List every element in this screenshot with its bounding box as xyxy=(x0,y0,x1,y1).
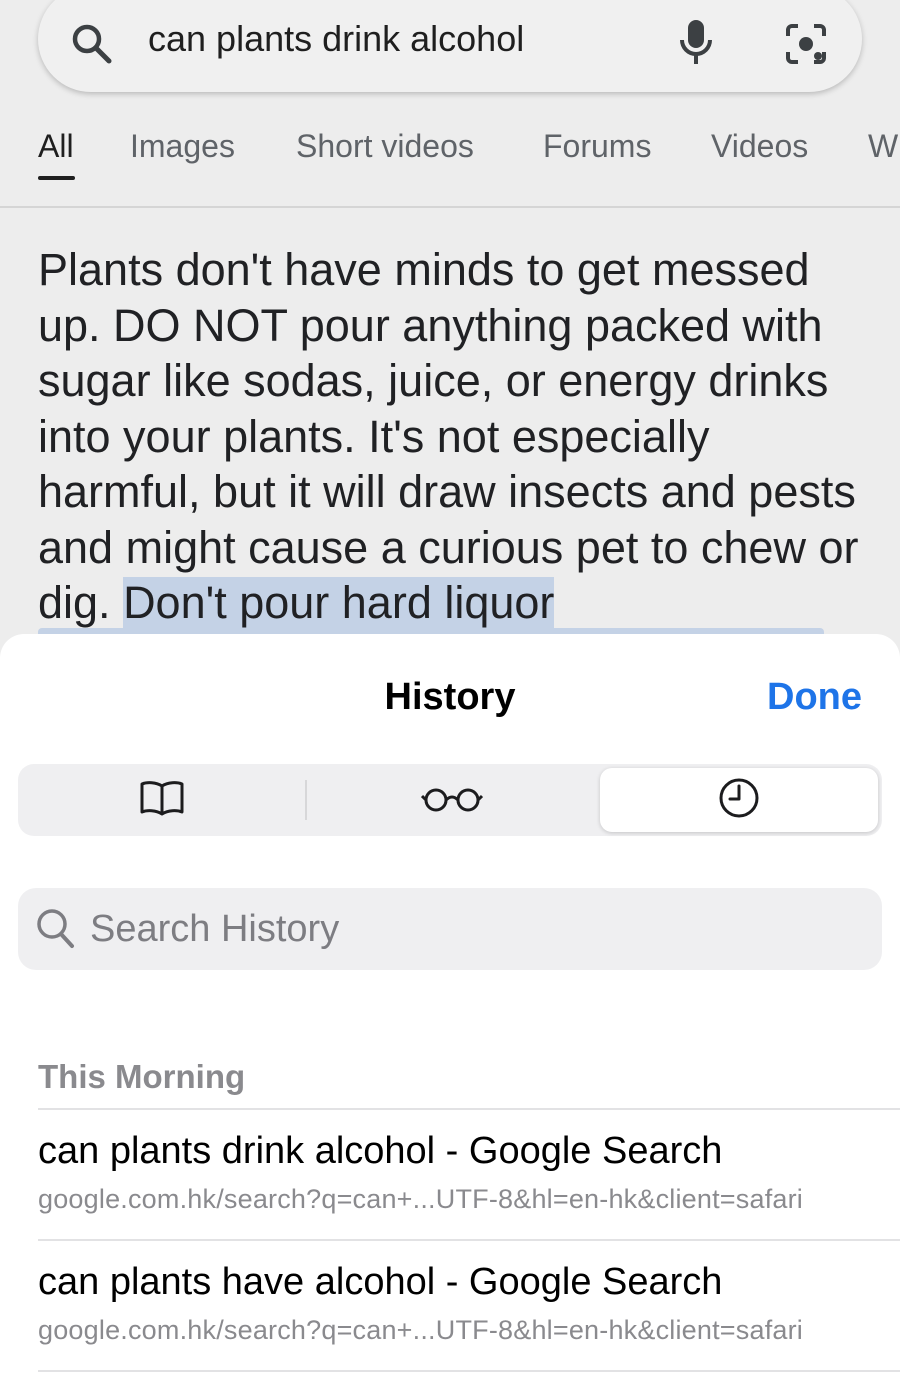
tab-short-videos[interactable]: Short videos xyxy=(296,128,474,165)
google-search-bar[interactable]: can plants drink alcohol xyxy=(38,0,862,92)
tab-forums[interactable]: Forums xyxy=(543,128,651,165)
google-results-page: can plants drink alcohol All Images Shor… xyxy=(0,0,900,700)
history-item-title: can plants have alcohol - Google Search xyxy=(38,1261,723,1303)
answer-snippet: Plants don't have minds to get messed up… xyxy=(38,242,878,631)
history-clock-icon xyxy=(718,777,760,824)
section-header-this-morning: This Morning xyxy=(38,1058,246,1095)
snippet-text: Plants don't have minds to get messed up… xyxy=(38,244,859,628)
search-tabs: All Images Short videos Forums Videos W xyxy=(0,126,900,208)
search-history-placeholder: Search History xyxy=(90,908,340,950)
done-button[interactable]: Done xyxy=(767,676,862,719)
history-sheet: History Done Search History This Morning… xyxy=(0,634,900,1380)
active-tab-indicator xyxy=(38,176,75,180)
history-item[interactable]: can plants drink alcohol - Google Search… xyxy=(38,1108,900,1240)
segment-bookmarks[interactable] xyxy=(18,764,305,836)
history-item-url: google.com.hk/search?q=can+...UTF-8&hl=e… xyxy=(38,1315,804,1345)
google-lens-icon[interactable] xyxy=(784,22,828,71)
history-item-url: google.com.hk/search?q=can+...UTF-8&hl=e… xyxy=(38,1184,804,1214)
segment-history[interactable] xyxy=(600,764,878,836)
tab-videos[interactable]: Videos xyxy=(711,128,808,165)
book-icon xyxy=(139,780,185,821)
history-item[interactable]: can plants have alcohol - Google Search … xyxy=(38,1239,900,1371)
tab-images[interactable]: Images xyxy=(130,128,235,165)
search-query[interactable]: can plants drink alcohol xyxy=(148,18,524,60)
reading-list-glasses-icon xyxy=(420,783,484,818)
list-divider xyxy=(38,1370,900,1372)
library-segmented-control xyxy=(18,764,882,836)
tab-web-partial[interactable]: W xyxy=(868,128,898,165)
sheet-title: History xyxy=(384,676,516,718)
search-icon xyxy=(70,22,114,71)
search-icon xyxy=(36,908,76,955)
microphone-icon[interactable] xyxy=(678,18,714,71)
history-item-title: can plants drink alcohol - Google Search xyxy=(38,1130,723,1172)
segment-reading-list[interactable] xyxy=(307,764,597,836)
highlighted-text: Don't pour hard liquor xyxy=(123,577,555,628)
tab-all[interactable]: All xyxy=(38,128,74,165)
history-search-field[interactable]: Search History xyxy=(18,888,882,970)
